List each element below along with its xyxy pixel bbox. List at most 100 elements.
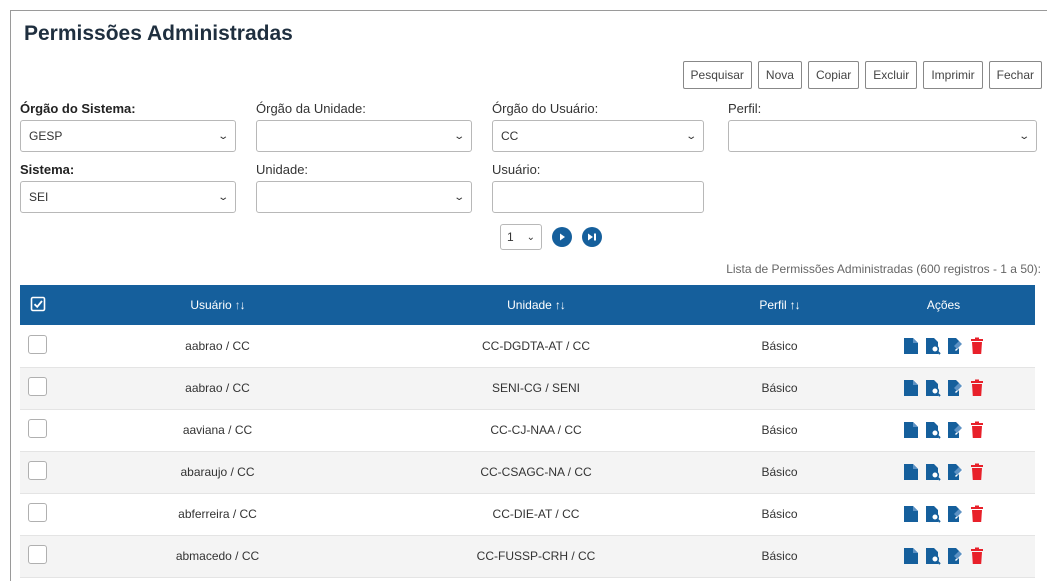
edit-document-icon[interactable] — [947, 421, 963, 439]
next-page-button[interactable] — [552, 227, 572, 247]
table-row: aaviana / CC CC-CJ-NAA / CC Básico — [20, 409, 1035, 451]
view-document-icon[interactable] — [925, 379, 941, 397]
permissions-table: Usuário ↑↓ Unidade ↑↓ Perfil ↑↓ Ações aabra… — [20, 285, 1035, 578]
chevron-down-icon: ⌄ — [452, 191, 465, 203]
row-checkbox[interactable] — [28, 377, 47, 396]
edit-document-icon[interactable] — [947, 463, 963, 481]
view-document-icon[interactable] — [925, 337, 941, 355]
trash-icon[interactable] — [969, 379, 985, 397]
perfil-cell: Básico — [761, 465, 798, 479]
unidade-cell: CC-DIE-AT / CC — [492, 507, 580, 521]
unidade-select[interactable]: ⌄ — [256, 181, 472, 213]
orgao-unidade-select[interactable]: ⌄ — [256, 120, 472, 152]
orgao-unidade-label: Órgão da Unidade: — [256, 101, 366, 116]
edit-document-icon[interactable] — [947, 337, 963, 355]
page-select[interactable]: 1 ⌄ — [500, 224, 542, 250]
select-all-checkbox[interactable] — [20, 285, 70, 325]
row-actions — [852, 337, 1035, 355]
column-unidade-label: Unidade — [507, 298, 552, 312]
perfil-cell: Básico — [761, 507, 798, 521]
orgao-usuario-value: CC — [501, 129, 519, 143]
chevron-down-icon: ⌄ — [452, 130, 465, 142]
sistema-label: Sistema: — [20, 162, 75, 177]
unidade-cell: CC-CJ-NAA / CC — [490, 423, 582, 437]
page-title: Permissões Administradas — [24, 22, 293, 45]
orgao-sistema-value: GESP — [29, 129, 63, 143]
table-row: aabrao / CC CC-DGDTA-AT / CC Básico — [20, 325, 1035, 367]
table-header-row: Usuário ↑↓ Unidade ↑↓ Perfil ↑↓ Ações — [20, 285, 1035, 325]
document-icon[interactable] — [903, 463, 919, 481]
view-document-icon[interactable] — [925, 505, 941, 523]
unidade-cell: CC-CSAGC-NA / CC — [480, 465, 592, 479]
row-checkbox[interactable] — [28, 419, 47, 438]
orgao-sistema-label: Órgão do Sistema: — [20, 101, 136, 116]
view-document-icon[interactable] — [925, 547, 941, 565]
row-actions — [852, 505, 1035, 523]
trash-icon[interactable] — [969, 421, 985, 439]
usuario-cell: abaraujo / CC — [180, 465, 255, 479]
unidade-cell: CC-DGDTA-AT / CC — [482, 338, 590, 353]
chevron-down-icon: ⌄ — [526, 231, 535, 243]
table-row: aabrao / CC SENI-CG / SENI Básico — [20, 367, 1035, 409]
usuario-cell: aaviana / CC — [182, 423, 253, 437]
new-button[interactable]: Nova — [757, 61, 802, 89]
row-actions — [852, 379, 1035, 397]
table-row: abmacedo / CC CC-FUSSP-CRH / CC Básico — [20, 535, 1035, 577]
delete-button[interactable]: Excluir — [865, 61, 918, 89]
orgao-usuario-label: Órgão do Usuário: — [492, 101, 599, 116]
usuario-cell: aabrao / CC — [185, 381, 250, 395]
column-acoes-label: Ações — [926, 298, 961, 312]
play-icon — [560, 233, 565, 241]
column-unidade[interactable]: Unidade ↑↓ — [365, 285, 707, 325]
column-perfil-label: Perfil — [759, 298, 787, 312]
usuario-input[interactable] — [492, 181, 704, 213]
checkbox-checked-icon — [30, 296, 46, 311]
row-actions — [852, 547, 1035, 565]
last-page-button[interactable] — [582, 227, 602, 247]
view-document-icon[interactable] — [925, 421, 941, 439]
row-checkbox[interactable] — [28, 461, 47, 480]
orgao-usuario-select[interactable]: CC ⌄ — [492, 120, 704, 152]
chevron-down-icon: ⌄ — [1017, 130, 1030, 142]
sort-icon[interactable]: ↑↓ — [555, 298, 566, 312]
edit-document-icon[interactable] — [947, 379, 963, 397]
trash-icon[interactable] — [969, 463, 985, 481]
edit-document-icon[interactable] — [947, 547, 963, 565]
perfil-select[interactable]: ⌄ — [728, 120, 1037, 152]
document-icon[interactable] — [903, 379, 919, 397]
column-usuario[interactable]: Usuário ↑↓ — [70, 285, 365, 325]
search-button[interactable]: Pesquisar — [682, 61, 752, 89]
trash-icon[interactable] — [969, 505, 985, 523]
document-icon[interactable] — [903, 547, 919, 565]
usuario-cell: aabrao / CC — [185, 338, 250, 353]
unidade-cell: CC-FUSSP-CRH / CC — [476, 549, 596, 563]
list-caption: Lista de Permissões Administradas (600 r… — [726, 262, 1041, 276]
perfil-label: Perfil: — [728, 101, 762, 116]
skip-end-icon — [588, 233, 596, 241]
close-button[interactable]: Fechar — [988, 61, 1042, 89]
row-checkbox[interactable] — [28, 545, 47, 564]
column-usuario-label: Usuário — [190, 298, 232, 312]
sort-icon[interactable]: ↑↓ — [790, 298, 801, 312]
document-icon[interactable] — [903, 421, 919, 439]
sistema-select[interactable]: SEI ⌄ — [20, 181, 236, 213]
table-row: abaraujo / CC CC-CSAGC-NA / CC Básico — [20, 451, 1035, 493]
row-actions — [852, 463, 1035, 481]
view-document-icon[interactable] — [925, 463, 941, 481]
sort-icon[interactable]: ↑↓ — [235, 298, 246, 312]
perfil-cell: Básico — [761, 549, 798, 563]
orgao-sistema-select[interactable]: GESP ⌄ — [20, 120, 236, 152]
trash-icon[interactable] — [969, 547, 985, 565]
trash-icon[interactable] — [969, 337, 985, 355]
document-icon[interactable] — [903, 337, 919, 355]
edit-document-icon[interactable] — [947, 505, 963, 523]
row-checkbox[interactable] — [28, 503, 47, 522]
copy-button[interactable]: Copiar — [807, 61, 860, 89]
page-value: 1 — [507, 230, 514, 244]
chevron-down-icon: ⌄ — [216, 191, 229, 203]
column-perfil[interactable]: Perfil ↑↓ — [707, 285, 852, 325]
document-icon[interactable] — [903, 505, 919, 523]
row-checkbox[interactable] — [28, 334, 47, 354]
print-button[interactable]: Imprimir — [923, 61, 983, 89]
unidade-label: Unidade: — [256, 162, 309, 177]
